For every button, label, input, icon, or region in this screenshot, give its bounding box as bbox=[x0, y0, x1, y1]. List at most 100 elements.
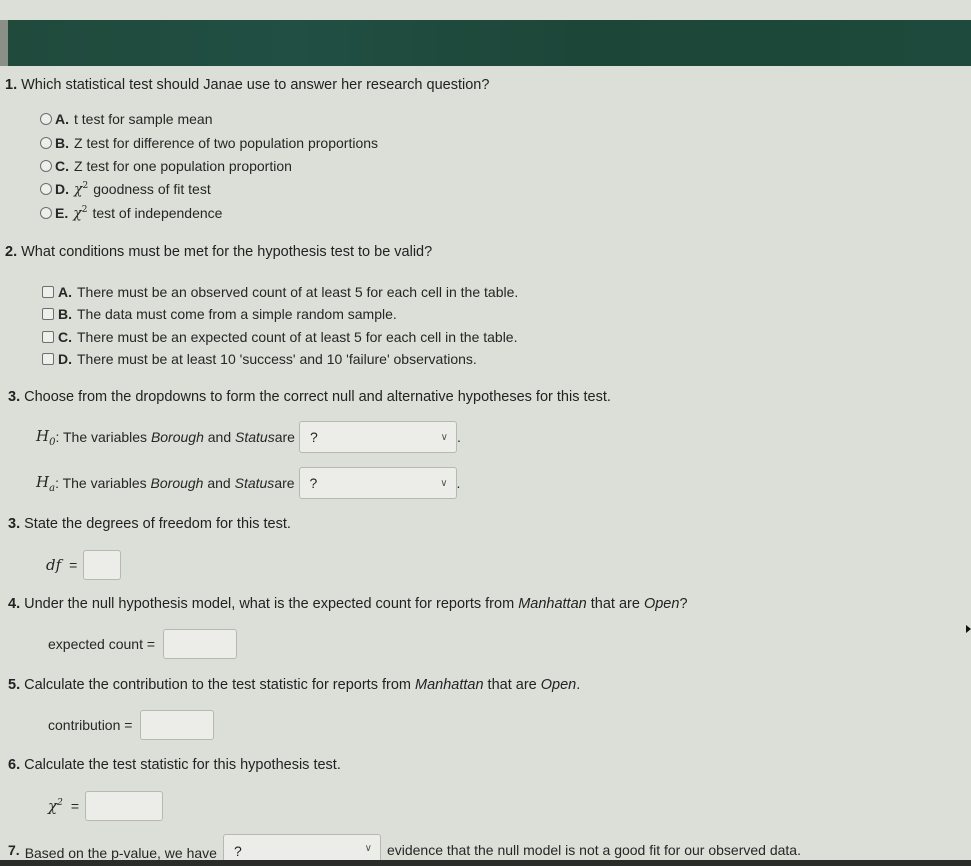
q2-option-b[interactable]: B. The data must come from a simple rand… bbox=[42, 306, 397, 322]
question-2: 2. What conditions must be met for the h… bbox=[5, 244, 432, 260]
dropdown-value: ? bbox=[233, 843, 242, 859]
question-number: 3. bbox=[8, 516, 21, 532]
option-letter: C. bbox=[55, 158, 69, 174]
option-text: There must be an expected count of at le… bbox=[77, 329, 518, 345]
hypothesis-text: are bbox=[274, 475, 295, 491]
dropdown-value: ? bbox=[309, 429, 318, 445]
chevron-down-icon: ∨ bbox=[440, 477, 448, 489]
question-5: 5. Calculate the contribution to the tes… bbox=[8, 677, 580, 693]
checkbox[interactable] bbox=[42, 353, 54, 365]
variable-name: Borough bbox=[150, 429, 204, 445]
checkbox[interactable] bbox=[42, 331, 54, 343]
hypothesis-period: . bbox=[456, 475, 461, 491]
hypothesis-text: and bbox=[203, 429, 236, 445]
option-text: Z test for difference of two population … bbox=[74, 135, 379, 151]
chevron-down-icon: ∨ bbox=[364, 843, 372, 854]
checkbox[interactable] bbox=[42, 286, 54, 298]
question-4: 4. Under the null hypothesis model, what… bbox=[8, 596, 688, 612]
question-number: 1. bbox=[5, 77, 18, 93]
option-letter: A. bbox=[55, 111, 69, 127]
variable-name: Status bbox=[235, 429, 275, 445]
hypothesis-text: are bbox=[274, 429, 295, 445]
radio-button[interactable] bbox=[40, 207, 52, 220]
option-text: The data must come from a simple random … bbox=[77, 306, 397, 322]
hypothesis-period: . bbox=[456, 429, 461, 445]
top-strip bbox=[0, 0, 971, 20]
option-letter: B. bbox=[55, 135, 69, 151]
alternative-hypothesis-dropdown[interactable]: ? ∨ bbox=[298, 467, 457, 499]
question-text: Calculate the test statistic for this hy… bbox=[24, 757, 341, 773]
radio-button[interactable] bbox=[40, 113, 52, 125]
q1-option-e[interactable]: E. χ2 test of independence bbox=[40, 205, 222, 222]
question-text: Calculate the contribution to the test s… bbox=[24, 677, 415, 693]
radio-button[interactable] bbox=[40, 160, 52, 172]
bottom-edge bbox=[0, 860, 971, 866]
borough-name: Manhattan bbox=[518, 596, 587, 612]
option-letter: A. bbox=[58, 284, 72, 300]
question-3-hypotheses: 3. Choose from the dropdowns to form the… bbox=[8, 389, 611, 405]
null-hypothesis-symbol: H0 bbox=[36, 426, 56, 448]
df-row: df = bbox=[46, 550, 122, 580]
question-text: Choose from the dropdowns to form the co… bbox=[24, 389, 611, 405]
header-bar bbox=[8, 20, 971, 68]
q2-option-c[interactable]: C. There must be an expected count of at… bbox=[42, 329, 518, 345]
option-letter: D. bbox=[58, 351, 72, 367]
expected-count-label: expected count = bbox=[48, 636, 156, 652]
question-punctuation: . bbox=[576, 677, 581, 693]
df-label: df bbox=[46, 556, 62, 574]
q2-option-d[interactable]: D. There must be at least 10 'success' a… bbox=[42, 351, 477, 367]
question-number: 7. bbox=[8, 842, 20, 858]
question-6: 6. Calculate the test statistic for this… bbox=[8, 757, 341, 773]
borough-name: Manhattan bbox=[415, 677, 484, 693]
radio-button[interactable] bbox=[40, 183, 52, 196]
contribution-label: contribution = bbox=[48, 717, 133, 733]
question-text: evidence that the null model is not a go… bbox=[386, 842, 801, 858]
q2-option-a[interactable]: A. There must be an observed count of at… bbox=[42, 284, 518, 300]
question-number: 2. bbox=[5, 244, 18, 260]
question-text: that are bbox=[586, 596, 644, 612]
option-text: t test for sample mean bbox=[74, 111, 213, 127]
question-3-degrees-of-freedom: 3. State the degrees of freedom for this… bbox=[8, 516, 291, 532]
test-statistic-input[interactable] bbox=[85, 791, 164, 821]
option-text: There must be an observed count of at le… bbox=[77, 284, 519, 300]
status-name: Open bbox=[643, 596, 680, 612]
q1-option-b[interactable]: B. Z test for difference of two populati… bbox=[40, 135, 378, 151]
equals-sign: = bbox=[70, 798, 80, 814]
chi-square-symbol: χ2 bbox=[74, 181, 89, 198]
hypothesis-text: : The variables bbox=[55, 429, 151, 445]
hypothesis-text: : The variables bbox=[55, 475, 151, 491]
option-letter: C. bbox=[58, 329, 72, 345]
equals-sign: = bbox=[69, 557, 78, 573]
question-text: State the degrees of freedom for this te… bbox=[24, 516, 291, 532]
q1-option-d[interactable]: D. χ2 goodness of fit test bbox=[40, 181, 211, 198]
question-number: 4. bbox=[8, 596, 21, 612]
contribution-input[interactable] bbox=[140, 710, 215, 740]
q1-option-c[interactable]: C. Z test for one population proportion bbox=[40, 158, 292, 174]
checkbox[interactable] bbox=[42, 308, 54, 320]
null-hypothesis-row: H0 : The variables Borough and Status ar… bbox=[36, 421, 461, 453]
expected-count-input[interactable] bbox=[163, 629, 238, 659]
option-text: There must be at least 10 'success' and … bbox=[77, 351, 477, 367]
question-text: Under the null hypothesis model, what is… bbox=[24, 596, 519, 612]
option-text: test of independence bbox=[92, 205, 223, 222]
q1-option-a[interactable]: A. t test for sample mean bbox=[40, 111, 213, 127]
option-letter: E. bbox=[55, 205, 69, 222]
radio-button[interactable] bbox=[40, 137, 52, 149]
left-edge bbox=[0, 20, 8, 66]
question-number: 6. bbox=[8, 757, 21, 773]
test-statistic-row: χ2 = bbox=[48, 791, 164, 821]
alternative-hypothesis-symbol: Ha bbox=[36, 472, 56, 494]
variable-name: Borough bbox=[150, 475, 204, 491]
alternative-hypothesis-row: Ha : The variables Borough and Status ar… bbox=[36, 467, 460, 499]
option-letter: B. bbox=[58, 306, 72, 322]
question-text: Which statistical test should Janae use … bbox=[21, 77, 490, 93]
contribution-row: contribution = bbox=[48, 710, 215, 740]
null-hypothesis-dropdown[interactable]: ? ∨ bbox=[298, 421, 457, 453]
question-text: that are bbox=[483, 677, 541, 693]
hypothesis-text: and bbox=[203, 475, 235, 491]
dropdown-value: ? bbox=[309, 475, 318, 491]
option-text: goodness of fit test bbox=[93, 181, 211, 198]
option-letter: D. bbox=[55, 181, 69, 198]
df-input[interactable] bbox=[83, 550, 122, 580]
option-text: Z test for one population proportion bbox=[74, 158, 292, 174]
